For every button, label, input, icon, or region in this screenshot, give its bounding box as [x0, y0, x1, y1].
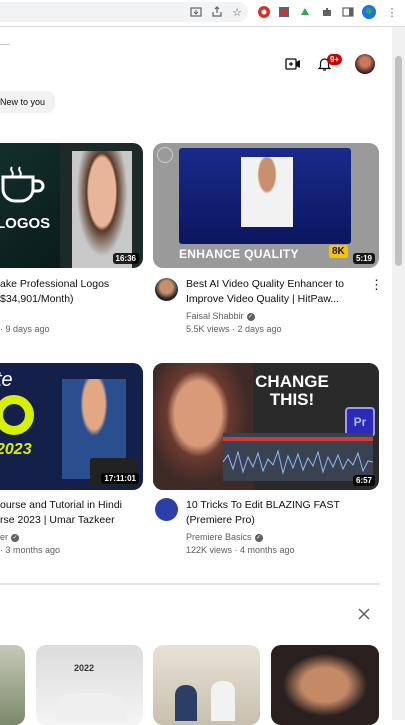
presenter-face	[72, 151, 132, 268]
scrollbar-thumb[interactable]	[395, 56, 402, 266]
video-meta: · 9 days ago	[0, 324, 50, 334]
video-thumbnail[interactable]: CHANGE THIS! Pr 6:57	[153, 363, 379, 490]
create-video-icon[interactable]	[285, 57, 301, 76]
video-thumbnail[interactable]: ENHANCE QUALITY 8K 5:19	[153, 143, 379, 268]
coffee-cup-icon	[1, 166, 45, 203]
thumbnail-text: ENHANCE QUALITY	[179, 247, 299, 261]
verified-check-icon: ✓	[11, 533, 20, 542]
video-duration: 6:57	[352, 475, 375, 486]
video-thumbnail[interactable]: te 2023 17:11:01	[0, 363, 143, 490]
notification-count-badge: 9+	[327, 54, 343, 65]
presenter-figure	[241, 157, 293, 227]
bookmark-star-icon[interactable]: ☆	[230, 5, 244, 19]
video-duration: 5:19	[352, 253, 375, 264]
video-title[interactable]: 10 Tricks To Edit BLAZING FAST	[186, 498, 340, 513]
side-panel-icon[interactable]	[341, 5, 355, 19]
search-box-edge[interactable]	[0, 44, 10, 45]
channel-name[interactable]: Premiere Basics	[186, 532, 252, 542]
video-thumbnail[interactable]: LOGOS 16:36	[0, 143, 143, 268]
share-icon[interactable]	[210, 5, 224, 19]
video-title[interactable]: Best AI Video Quality Enhancer to	[186, 277, 344, 292]
video-meta: 5.5K views · 2 days ago	[186, 324, 282, 334]
waveform-icon	[223, 449, 373, 475]
extension-record-icon[interactable]	[277, 5, 291, 19]
video-title-line2[interactable]: (Premiere Pro)	[186, 513, 255, 528]
filter-chip-new-to-you[interactable]: New to you	[0, 91, 56, 113]
shelf-divider	[0, 583, 380, 585]
short-thumbnail[interactable]	[0, 645, 25, 725]
channel-avatar[interactable]	[155, 278, 178, 301]
extensions-puzzle-icon[interactable]	[320, 5, 334, 19]
resolution-badge: 8K	[329, 245, 348, 258]
channel-name-row[interactable]: er ✓	[0, 530, 20, 544]
timeline-panel	[223, 433, 373, 481]
short-thumbnail[interactable]	[271, 645, 379, 725]
video-title[interactable]: ourse and Tutorial in Hindi	[0, 498, 122, 513]
thumbnail-text: 2023	[0, 441, 32, 458]
short-thumbnail-text: 2022	[74, 663, 95, 673]
thumbnail-text-line1: CHANGE	[255, 372, 329, 391]
account-avatar[interactable]	[355, 54, 375, 74]
short-thumbnail[interactable]: 2022	[36, 645, 143, 725]
video-meta: · 3 months ago	[0, 545, 61, 555]
channel-avatar[interactable]	[155, 498, 178, 521]
profile-avatar[interactable]	[362, 5, 376, 19]
thumbnail-script-text: te	[0, 369, 13, 391]
video-duration: 16:36	[112, 253, 139, 264]
video-title[interactable]: ake Professional Logos	[0, 277, 109, 292]
video-duration: 17:11:01	[101, 473, 139, 484]
video-title-line2[interactable]: $34,901/Month)	[0, 292, 74, 307]
thumbnail-headline: CHANGE THIS!	[248, 373, 336, 409]
channel-watermark-icon	[157, 147, 173, 163]
verified-check-icon: ✓	[254, 533, 263, 542]
video-title-line2[interactable]: rse 2023 | Umar Tazkeer	[0, 513, 115, 528]
install-icon[interactable]	[189, 5, 203, 19]
thumbnail-o-shape	[0, 395, 34, 435]
channel-name-row[interactable]: Faisal Shabbir ✓	[186, 309, 255, 323]
thumbnail-text-line2: THIS!	[269, 390, 315, 409]
channel-name-row[interactable]: Premiere Basics ✓	[186, 530, 263, 544]
channel-name[interactable]: Faisal Shabbir	[186, 311, 244, 321]
close-icon[interactable]	[358, 607, 370, 625]
short-thumbnail[interactable]	[153, 645, 260, 725]
video-title-line2[interactable]: Improve Video Quality | HitPaw...	[186, 292, 339, 307]
thumbnail-text: LOGOS	[0, 215, 51, 232]
video-meta: 122K views · 4 months ago	[186, 545, 295, 555]
chrome-menu-icon[interactable]: ⋮	[385, 5, 399, 19]
channel-name[interactable]: er	[0, 532, 8, 542]
extension-red-icon[interactable]	[257, 5, 271, 19]
verified-check-icon: ✓	[246, 312, 255, 321]
extension-green-icon[interactable]	[298, 5, 312, 19]
more-actions-icon[interactable]: ⋮	[370, 277, 383, 293]
